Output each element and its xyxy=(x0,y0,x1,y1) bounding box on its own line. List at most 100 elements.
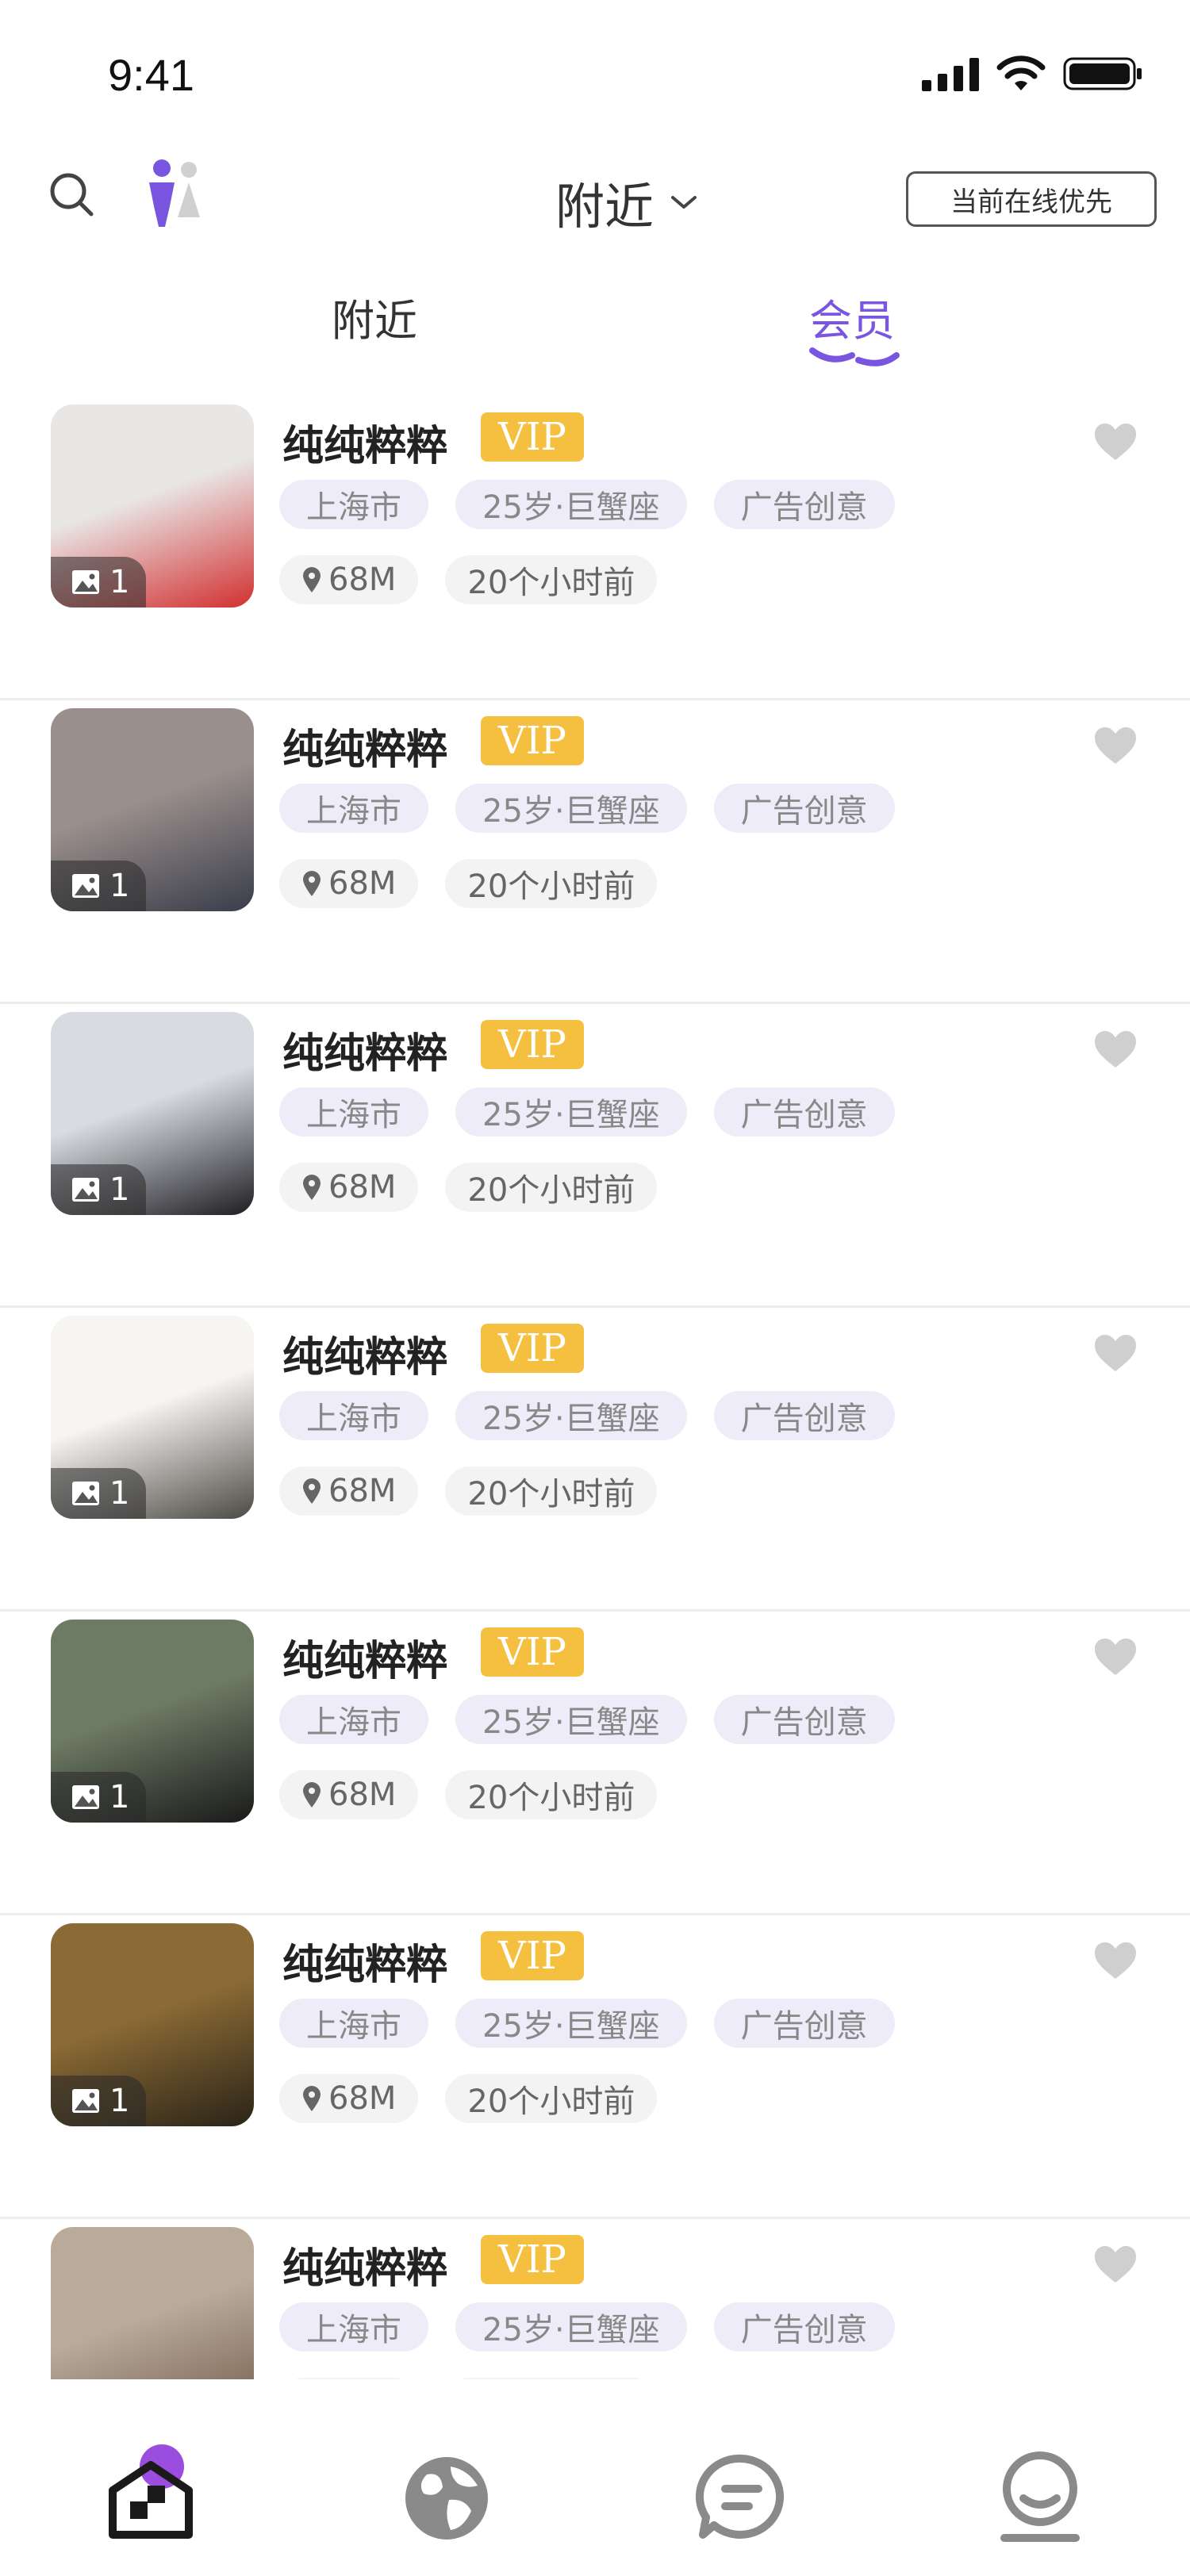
distance-tag: 68M xyxy=(279,1466,419,1516)
last-active-tag: 20个小时前 xyxy=(445,859,658,908)
distance-tag: 68M xyxy=(279,555,419,604)
gender-icon xyxy=(149,159,200,227)
last-active-value: 20个小时前 xyxy=(467,565,635,601)
profile-card[interactable]: 1纯纯粹粹VIP上海市25岁·巨蟹座广告创意68M20个小时前 xyxy=(0,1612,1190,1915)
vip-badge: VIP xyxy=(481,2235,584,2284)
status-icons xyxy=(922,56,1142,92)
like-button[interactable] xyxy=(1093,1637,1138,1677)
status-time: 9:41 xyxy=(108,50,194,100)
tag: 25岁·巨蟹座 xyxy=(455,784,687,833)
last-active-tag: 20个小时前 xyxy=(445,1163,658,1212)
profile-card[interactable]: 1纯纯粹粹VIP上海市25岁·巨蟹座广告创意68M20个小时前 xyxy=(0,1915,1190,2219)
search-button[interactable] xyxy=(48,171,111,234)
image-icon xyxy=(72,1178,99,1202)
wifi-icon xyxy=(996,56,1046,90)
nav-discover[interactable] xyxy=(395,2443,498,2546)
avatar[interactable]: 1 xyxy=(51,1012,254,1215)
location-pin-icon xyxy=(303,1782,321,1807)
meta-list: 68M 20个小时前 xyxy=(279,555,658,604)
tab-nearby[interactable]: 附近 xyxy=(332,286,417,348)
last-active-value: 20个小时前 xyxy=(467,1780,635,1816)
vip-badge: VIP xyxy=(481,412,584,462)
distance-value: 68M xyxy=(328,562,397,598)
profile-card[interactable]: 1纯纯粹粹VIP上海市25岁·巨蟹座广告创意68M20个小时前 xyxy=(0,1004,1190,1308)
profile-card[interactable]: 1纯纯粹粹VIP上海市25岁·巨蟹座广告创意68M20个小时前 xyxy=(0,2219,1190,2379)
tab-vip[interactable]: 会员 xyxy=(809,286,895,348)
heart-icon xyxy=(1095,1335,1136,1371)
profile-card[interactable]: 1纯纯粹粹VIP上海市25岁·巨蟹座广告创意68M20个小时前 xyxy=(0,1308,1190,1612)
location-label: 附近 xyxy=(555,178,654,236)
status-bar: 9:41 xyxy=(0,0,1190,143)
heart-icon xyxy=(1095,727,1136,764)
heart-icon xyxy=(1095,1639,1136,1675)
image-icon xyxy=(72,2089,99,2113)
profile-card[interactable]: 1纯纯粹粹VIP上海市25岁·巨蟹座广告创意68M20个小时前 xyxy=(0,397,1190,700)
tag: 广告创意 xyxy=(713,1391,895,1440)
image-icon xyxy=(72,1482,99,1505)
avatar[interactable]: 1 xyxy=(51,2227,254,2379)
tag: 25岁·巨蟹座 xyxy=(455,1695,687,1744)
like-button[interactable] xyxy=(1093,422,1138,462)
avatar[interactable]: 1 xyxy=(51,1923,254,2126)
profile-name: 纯纯粹粹 xyxy=(282,1030,448,1078)
location-pin-icon xyxy=(303,567,321,592)
location-pin-icon xyxy=(303,1175,321,1200)
profile-name: 纯纯粹粹 xyxy=(282,1942,448,1989)
tag: 上海市 xyxy=(279,1695,428,1744)
photo-count: 1 xyxy=(109,2083,130,2119)
vip-badge: VIP xyxy=(481,1324,584,1373)
heart-icon xyxy=(1095,2246,1136,2283)
meta-list: 68M 20个小时前 xyxy=(279,859,658,908)
like-button[interactable] xyxy=(1093,726,1138,765)
top-bar: 附近 当前在线优先 xyxy=(0,151,1190,254)
nav-home[interactable] xyxy=(103,2443,206,2546)
photo-count: 1 xyxy=(109,564,130,600)
tag: 广告创意 xyxy=(713,1087,895,1137)
vip-badge: VIP xyxy=(481,1020,584,1069)
tab-bar: 附近 会员 xyxy=(0,270,1190,373)
avatar[interactable]: 1 xyxy=(51,404,254,608)
tag: 上海市 xyxy=(279,1391,428,1440)
tag: 广告创意 xyxy=(713,480,895,529)
last-active-value: 20个小时前 xyxy=(467,868,635,905)
like-button[interactable] xyxy=(1093,2244,1138,2284)
nav-profile[interactable] xyxy=(988,2443,1092,2546)
nav-messages[interactable] xyxy=(690,2443,793,2546)
profile-name: 纯纯粹粹 xyxy=(282,2245,448,2293)
like-button[interactable] xyxy=(1093,1941,1138,1980)
profile-card[interactable]: 1纯纯粹粹VIP上海市25岁·巨蟹座广告创意68M20个小时前 xyxy=(0,700,1190,1004)
chat-icon xyxy=(695,2454,785,2539)
tag: 上海市 xyxy=(279,784,428,833)
distance-value: 68M xyxy=(328,1473,397,1509)
photo-count: 1 xyxy=(109,868,130,904)
like-button[interactable] xyxy=(1093,1333,1138,1373)
active-tab-indicator xyxy=(809,347,900,366)
online-priority-button[interactable]: 当前在线优先 xyxy=(906,171,1157,227)
signal-icon xyxy=(922,58,979,91)
location-pin-icon xyxy=(303,1478,321,1504)
heart-icon xyxy=(1095,424,1136,460)
last-active-tag: 20个小时前 xyxy=(445,1466,658,1516)
photo-count-badge: 1 xyxy=(51,1468,146,1519)
distance-value: 68M xyxy=(328,2080,397,2117)
like-button[interactable] xyxy=(1093,1029,1138,1069)
tag: 25岁·巨蟹座 xyxy=(455,1391,687,1440)
photo-count-badge: 1 xyxy=(51,1772,146,1823)
distance-tag: 68M xyxy=(279,2074,419,2123)
meta-list: 68M 20个小时前 xyxy=(279,1466,658,1516)
location-pin-icon xyxy=(303,2086,321,2111)
profile-name: 纯纯粹粹 xyxy=(282,423,448,470)
tag: 25岁·巨蟹座 xyxy=(455,1999,687,2048)
chevron-down-icon xyxy=(671,196,697,209)
meta-list: 68M 20个小时前 xyxy=(279,2074,658,2123)
tag: 25岁·巨蟹座 xyxy=(455,1087,687,1137)
tag-list: 上海市 25岁·巨蟹座 广告创意 xyxy=(279,1999,895,2048)
home-icon xyxy=(109,2444,193,2539)
gender-filter-button[interactable] xyxy=(143,159,214,238)
location-dropdown[interactable]: 附近 xyxy=(555,167,698,238)
avatar[interactable]: 1 xyxy=(51,1316,254,1519)
tag: 上海市 xyxy=(279,2302,428,2352)
avatar[interactable]: 1 xyxy=(51,708,254,911)
vip-badge: VIP xyxy=(481,716,584,765)
avatar[interactable]: 1 xyxy=(51,1620,254,1823)
